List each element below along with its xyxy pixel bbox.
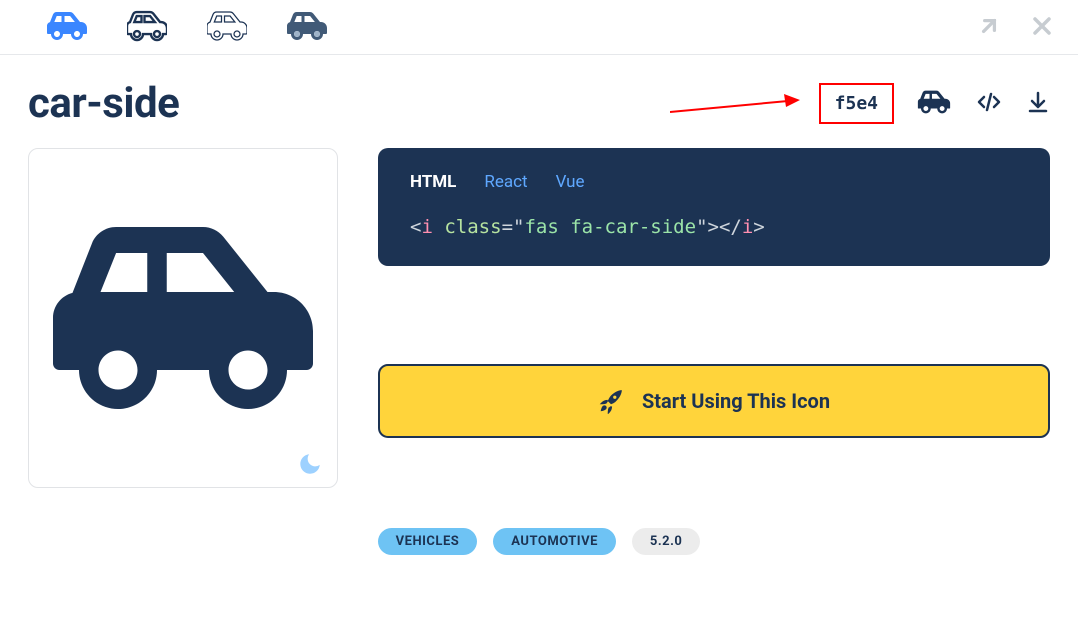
topbar [0,0,1078,55]
style-variant-light[interactable] [204,10,250,42]
right-column: HTML React Vue <i class="fas fa-car-side… [378,148,1050,438]
style-variants [44,10,330,42]
close-icon[interactable] [1030,14,1054,38]
main-content: HTML React Vue <i class="fas fa-car-side… [0,148,1078,488]
style-variant-duotone[interactable] [284,10,330,42]
car-side-icon [53,213,313,423]
style-variant-solid[interactable] [44,10,90,42]
title-row: car-side f5e4 [0,55,1078,148]
style-variant-regular[interactable] [124,10,170,42]
code-icon[interactable] [974,90,1004,118]
dark-mode-toggle[interactable] [297,451,323,477]
icon-title: car-side [28,79,179,128]
download-icon[interactable] [1026,90,1050,118]
code-tab-vue[interactable]: Vue [556,172,585,192]
code-snippet[interactable]: <i class="fas fa-car-side"></i> [410,216,1018,238]
icon-preview-small-icon[interactable] [916,89,952,119]
open-external-icon[interactable] [976,13,1002,39]
tag-automotive[interactable]: AUTOMOTIVE [493,528,616,555]
tag-vehicles[interactable]: VEHICLES [378,528,478,555]
rocket-icon [598,388,624,414]
annotation-arrow-icon [670,92,800,116]
icon-preview-panel [28,148,338,488]
cta-label: Start Using This Icon [642,389,830,413]
tags-row: VEHICLES AUTOMOTIVE 5.2.0 [0,528,1078,555]
start-using-button[interactable]: Start Using This Icon [378,364,1050,438]
top-actions [976,13,1054,39]
version-pill[interactable]: 5.2.0 [632,528,700,555]
meta-actions: f5e4 [819,83,1050,124]
code-panel: HTML React Vue <i class="fas fa-car-side… [378,148,1050,266]
code-tab-react[interactable]: React [484,172,527,192]
moon-icon [297,451,323,477]
code-tab-html[interactable]: HTML [410,172,456,192]
code-tabs: HTML React Vue [410,172,1018,192]
unicode-value[interactable]: f5e4 [819,83,894,124]
